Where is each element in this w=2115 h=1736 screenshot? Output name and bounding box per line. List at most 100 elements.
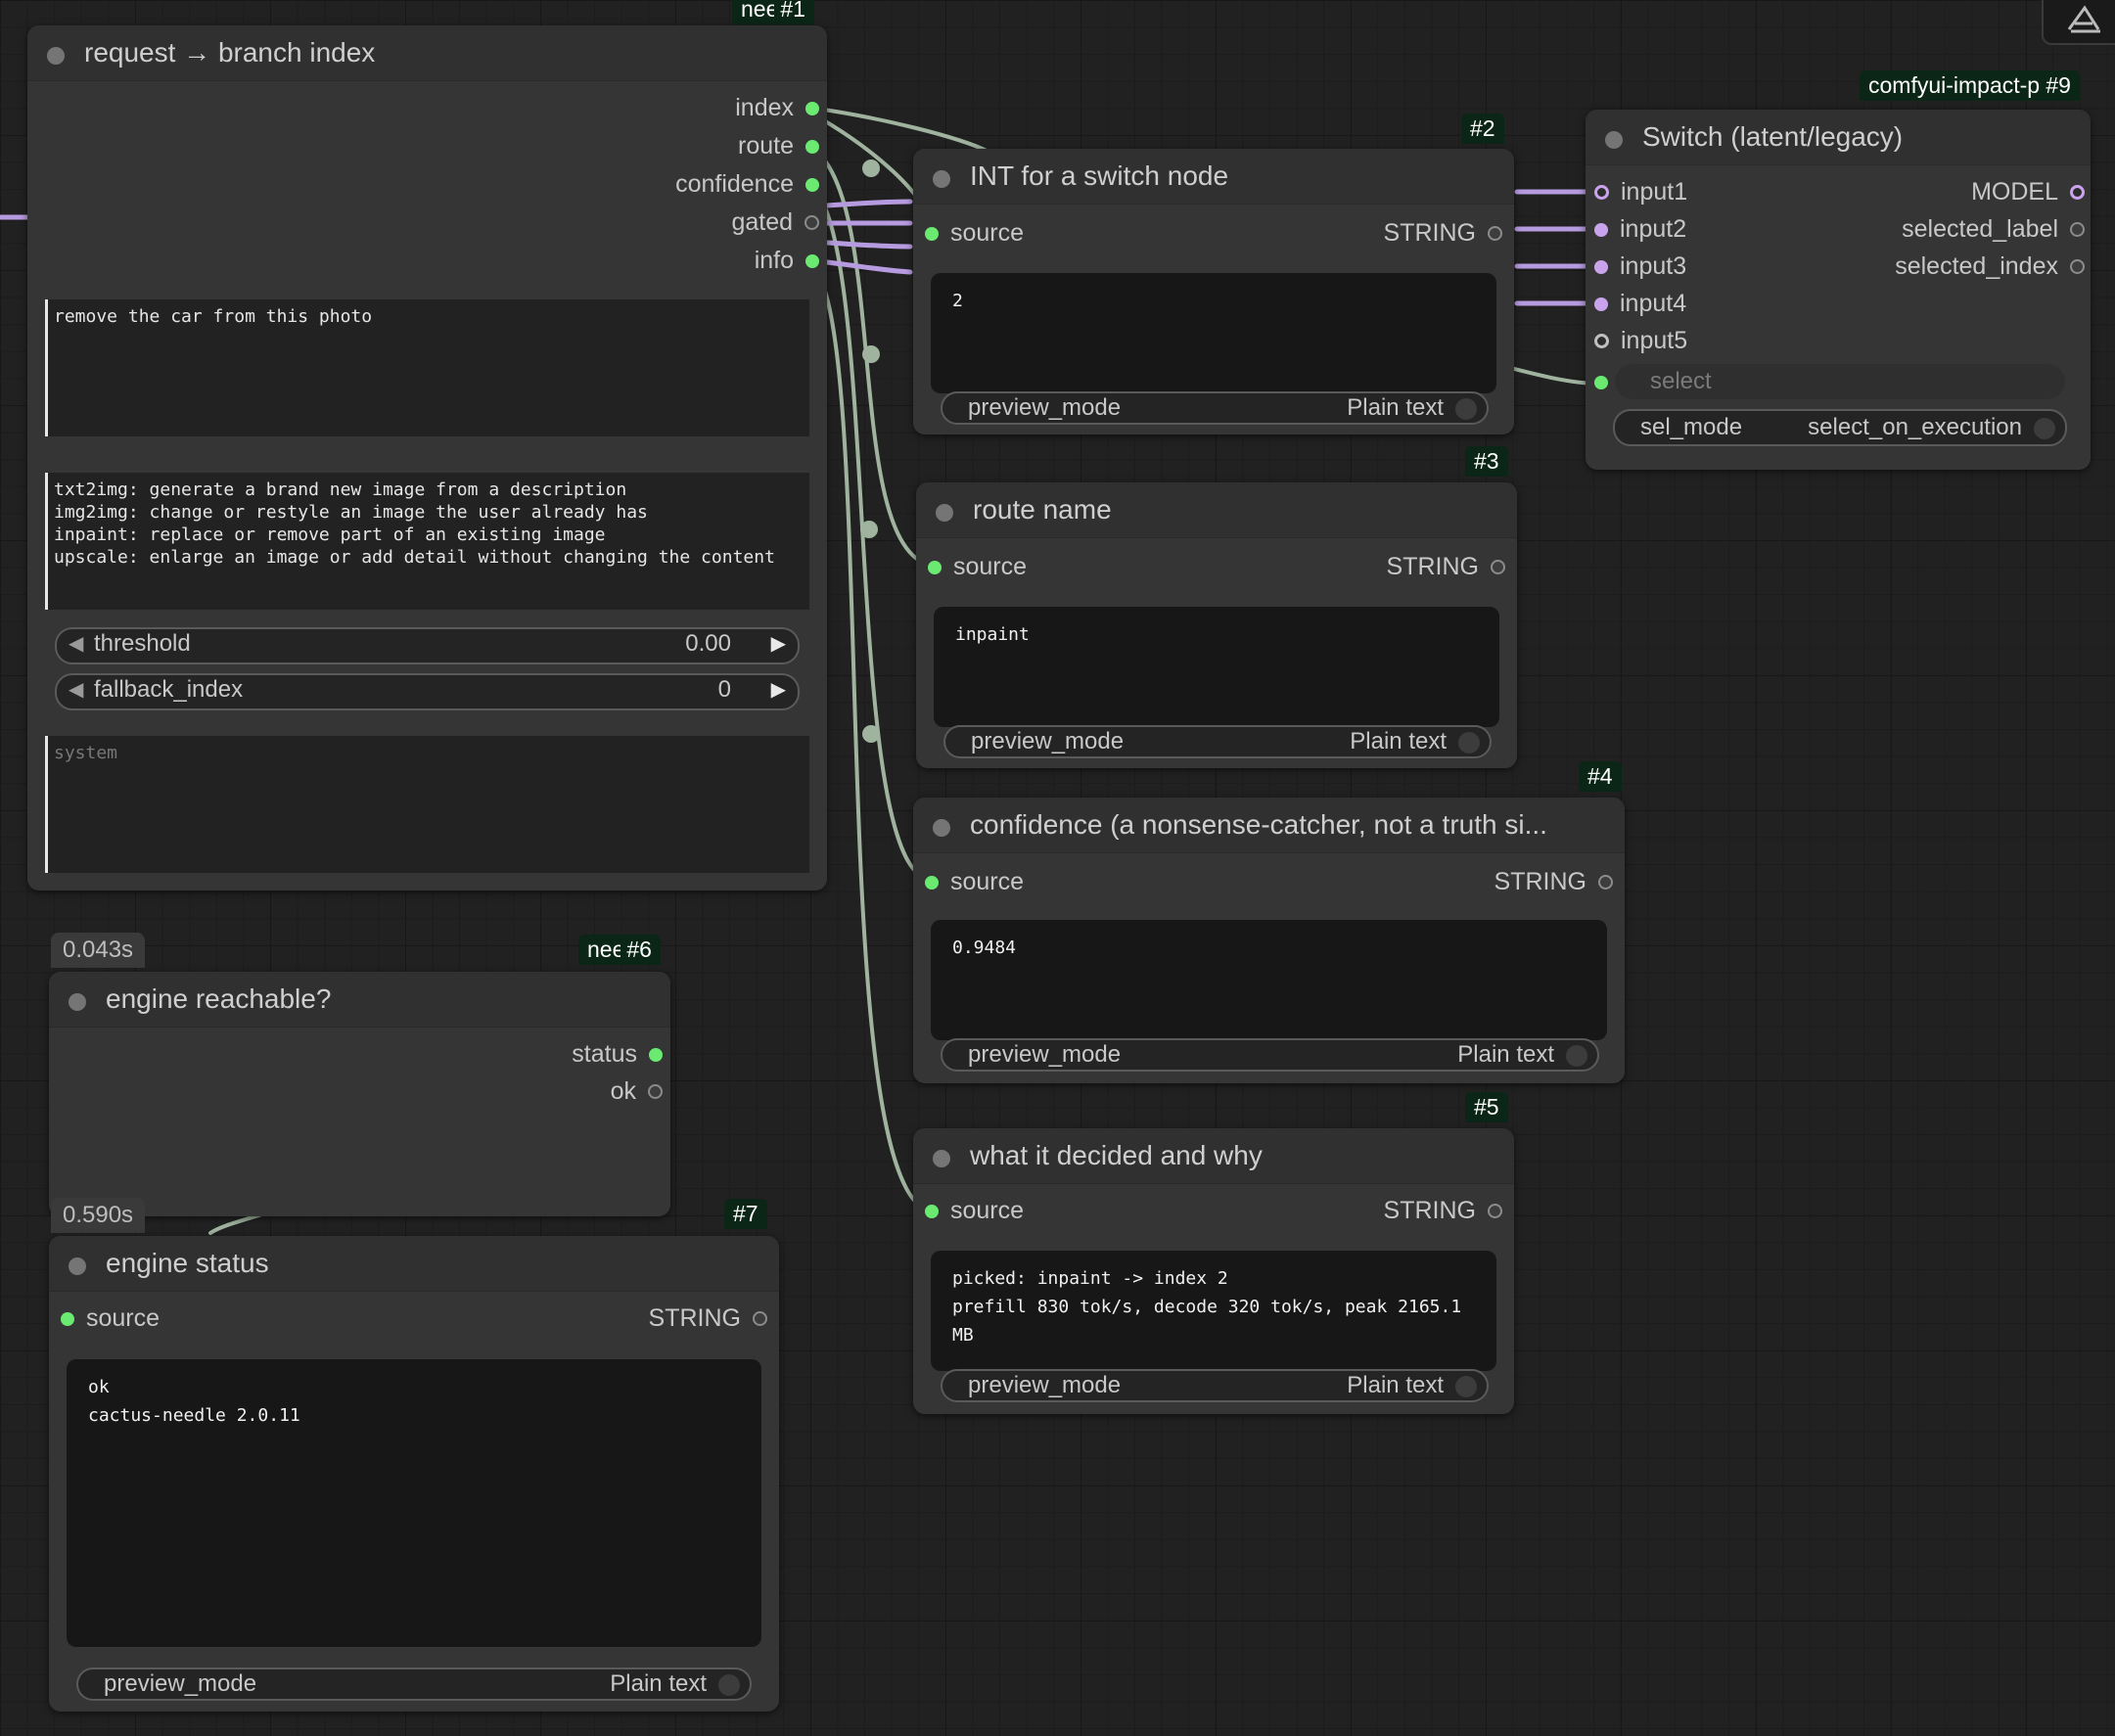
decrement-icon[interactable]: ◀ bbox=[69, 631, 83, 656]
input-connected-icon[interactable] bbox=[928, 560, 942, 574]
output-disconnected-icon[interactable] bbox=[1488, 226, 1502, 241]
request-textarea[interactable]: remove the car from this photo bbox=[45, 299, 809, 436]
input-connected-icon[interactable] bbox=[925, 226, 939, 241]
select-widget[interactable]: select bbox=[1615, 364, 2065, 399]
collapse-dot-icon[interactable] bbox=[69, 1257, 86, 1275]
output-slot-gated[interactable]: gated bbox=[731, 208, 819, 237]
node-engine-status[interactable]: engine status source STRING ok cactus-ne… bbox=[49, 1236, 779, 1712]
output-disconnected-icon[interactable] bbox=[1488, 1204, 1502, 1218]
output-disconnected-icon[interactable] bbox=[648, 1084, 663, 1099]
output-disconnected-icon[interactable] bbox=[1491, 560, 1505, 574]
toggle-knob-icon[interactable] bbox=[718, 1674, 740, 1696]
toggle-knob-icon[interactable] bbox=[1455, 1376, 1477, 1397]
node-int-for-switch[interactable]: INT for a switch node source STRING 2 pr… bbox=[913, 149, 1514, 434]
output-slot-string[interactable]: STRING bbox=[1384, 1197, 1502, 1225]
node2-title-bar[interactable]: INT for a switch node bbox=[913, 149, 1514, 205]
input-slot-input4[interactable]: input4 bbox=[1594, 290, 1686, 318]
collapse-dot-icon[interactable] bbox=[936, 504, 953, 522]
node-request-branch-index[interactable]: request → branch index index route confi… bbox=[27, 25, 827, 891]
input-connected-icon[interactable] bbox=[925, 875, 939, 890]
node-route-name[interactable]: route name source STRING inpaint preview… bbox=[916, 482, 1517, 768]
output-slot-index[interactable]: index bbox=[735, 94, 819, 122]
input-slot-input1[interactable]: input1 bbox=[1594, 178, 1687, 206]
output-connected-icon[interactable] bbox=[805, 139, 819, 154]
toggle-knob-icon[interactable] bbox=[1455, 398, 1477, 420]
output-connected-icon[interactable] bbox=[805, 253, 819, 268]
node4-badge: #4 bbox=[1579, 761, 1622, 792]
node9-title: Switch (latent/legacy) bbox=[1642, 121, 1904, 152]
input-slot-input2[interactable]: input2 bbox=[1594, 215, 1686, 244]
toggle-knob-icon[interactable] bbox=[1458, 732, 1480, 754]
system-textarea[interactable]: system bbox=[45, 736, 809, 873]
output-connected-icon[interactable] bbox=[805, 177, 819, 192]
input-connected-icon[interactable] bbox=[61, 1311, 74, 1326]
input-slot-input3[interactable]: input3 bbox=[1594, 252, 1686, 281]
threshold-widget[interactable]: ◀ threshold 0.00 ▶ bbox=[55, 627, 800, 664]
increment-icon[interactable]: ▶ bbox=[771, 631, 786, 656]
output-slot-model[interactable]: MODEL bbox=[1971, 178, 2085, 206]
collapse-dot-icon[interactable] bbox=[1605, 131, 1623, 149]
routes-textarea[interactable]: txt2img: generate a brand new image from… bbox=[45, 473, 809, 610]
output-slot-selected-label[interactable]: selected_label bbox=[1902, 215, 2085, 244]
preview-mode-toggle[interactable]: preview_mode Plain text bbox=[76, 1667, 752, 1701]
node4-title-bar[interactable]: confidence (a nonsense-catcher, not a tr… bbox=[913, 798, 1625, 853]
preview-mode-toggle[interactable]: preview_mode Plain text bbox=[941, 1369, 1489, 1402]
output-slot-confidence[interactable]: confidence bbox=[675, 170, 819, 199]
output-optional-icon[interactable] bbox=[2070, 185, 2085, 200]
output-slot-string[interactable]: STRING bbox=[649, 1304, 767, 1333]
output-disconnected-icon[interactable] bbox=[2070, 222, 2085, 237]
output-disconnected-icon[interactable] bbox=[753, 1311, 767, 1326]
output-slot-string[interactable]: STRING bbox=[1494, 868, 1613, 896]
output-connected-icon[interactable] bbox=[649, 1047, 663, 1062]
input-connected-icon[interactable] bbox=[1594, 259, 1608, 274]
decrement-icon[interactable]: ◀ bbox=[69, 677, 83, 702]
sel-mode-toggle[interactable]: sel_mode select_on_execution bbox=[1613, 409, 2067, 446]
output-disconnected-icon[interactable] bbox=[2070, 259, 2085, 274]
input-slot-source[interactable]: source bbox=[928, 553, 1027, 581]
preview-mode-toggle[interactable]: preview_mode Plain text bbox=[941, 391, 1489, 425]
preview-mode-toggle[interactable]: preview_mode Plain text bbox=[941, 1038, 1599, 1072]
input-optional-icon[interactable] bbox=[1594, 185, 1609, 200]
input-slot-source[interactable]: source bbox=[925, 1197, 1024, 1225]
node-what-it-decided[interactable]: what it decided and why source STRING pi… bbox=[913, 1128, 1514, 1414]
node-confidence[interactable]: confidence (a nonsense-catcher, not a tr… bbox=[913, 798, 1625, 1083]
toggle-knob-icon[interactable] bbox=[2034, 418, 2055, 439]
node-engine-reachable[interactable]: engine reachable? status ok bbox=[49, 972, 670, 1216]
input-slot-source[interactable]: source bbox=[925, 868, 1024, 896]
output-slot-ok[interactable]: ok bbox=[611, 1077, 663, 1106]
input-slot-source[interactable]: source bbox=[925, 219, 1024, 248]
input-empty-icon[interactable] bbox=[1594, 334, 1609, 348]
input-connected-icon[interactable] bbox=[925, 1204, 939, 1218]
collapse-dot-icon[interactable] bbox=[47, 47, 65, 65]
output-connected-icon[interactable] bbox=[805, 101, 819, 115]
input-slot-input5[interactable]: input5 bbox=[1594, 327, 1687, 355]
output-slot-route[interactable]: route bbox=[738, 132, 819, 160]
increment-icon[interactable]: ▶ bbox=[771, 677, 786, 702]
output-slot-status[interactable]: status bbox=[572, 1040, 663, 1069]
output-disconnected-icon[interactable] bbox=[805, 215, 819, 230]
node5-title-bar[interactable]: what it decided and why bbox=[913, 1128, 1514, 1184]
input-connected-icon[interactable] bbox=[1594, 222, 1608, 237]
input-connected-icon[interactable] bbox=[1594, 297, 1608, 311]
select-input-connected-icon[interactable] bbox=[1594, 376, 1608, 389]
node1-title-bar[interactable]: request → branch index bbox=[27, 25, 827, 81]
collapse-dot-icon[interactable] bbox=[69, 993, 86, 1011]
output-slot-info[interactable]: info bbox=[755, 247, 819, 275]
fallback-index-widget[interactable]: ◀ fallback_index 0 ▶ bbox=[55, 673, 800, 710]
output-slot-string[interactable]: STRING bbox=[1387, 553, 1505, 581]
collapse-dot-icon[interactable] bbox=[933, 1150, 950, 1167]
node7-title-bar[interactable]: engine status bbox=[49, 1236, 779, 1292]
collapse-dot-icon[interactable] bbox=[933, 170, 950, 188]
collapse-dot-icon[interactable] bbox=[933, 819, 950, 837]
corner-menu-icon[interactable] bbox=[2042, 0, 2115, 45]
node-switch-latent-legacy[interactable]: Switch (latent/legacy) input1 input2 inp… bbox=[1586, 110, 2091, 470]
node9-title-bar[interactable]: Switch (latent/legacy) bbox=[1586, 110, 2091, 165]
node6-title-bar[interactable]: engine reachable? bbox=[49, 972, 670, 1028]
input-slot-source[interactable]: source bbox=[61, 1304, 160, 1333]
node3-title-bar[interactable]: route name bbox=[916, 482, 1517, 538]
preview-mode-toggle[interactable]: preview_mode Plain text bbox=[943, 725, 1492, 758]
output-disconnected-icon[interactable] bbox=[1598, 875, 1613, 890]
toggle-knob-icon[interactable] bbox=[1566, 1045, 1587, 1067]
output-slot-string[interactable]: STRING bbox=[1384, 219, 1502, 248]
output-slot-selected-index[interactable]: selected_index bbox=[1895, 252, 2085, 281]
